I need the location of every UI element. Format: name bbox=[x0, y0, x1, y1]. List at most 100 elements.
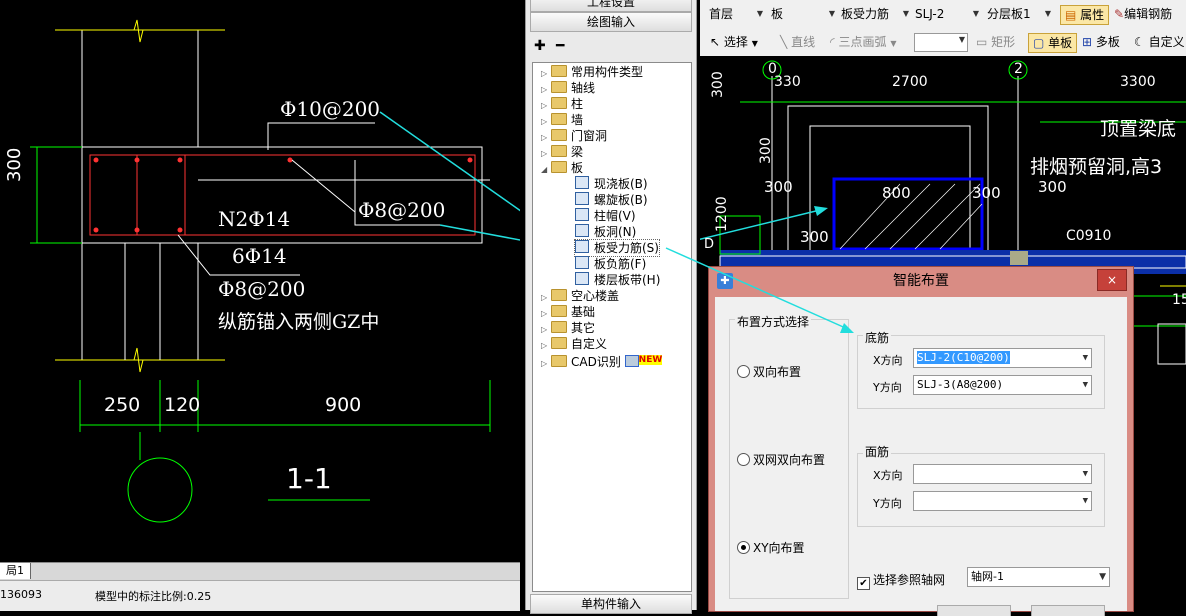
folder-icon bbox=[551, 129, 567, 141]
tree-folder-custom[interactable]: ▷ 自定义 bbox=[541, 336, 607, 352]
column-cap-icon bbox=[575, 208, 589, 221]
folder-icon bbox=[551, 305, 567, 317]
spiral-slab-icon bbox=[575, 192, 589, 205]
radio-bidirectional[interactable]: 双向布置 bbox=[737, 363, 801, 380]
bottom-x-select[interactable]: SLJ-2(C10@200) ▼ bbox=[913, 348, 1092, 368]
dim-2700: 2700 bbox=[892, 74, 928, 90]
radio-xy[interactable]: XY向布置 bbox=[737, 539, 805, 556]
arc-button[interactable]: ◜ 三点画弧 ▼ bbox=[830, 33, 896, 51]
tree-item-slab-rebar[interactable]: 板受力筋(S) bbox=[574, 239, 660, 257]
tree-folder-slab[interactable]: ◢ 板 bbox=[541, 160, 583, 176]
dim-300-left: 300 bbox=[764, 178, 793, 196]
dim-120: 120 bbox=[164, 394, 201, 416]
single-component-header[interactable]: 单构件输入 bbox=[530, 594, 692, 614]
slab-hole-icon bbox=[575, 224, 589, 237]
rect-button[interactable]: ▭ 矩形 bbox=[976, 33, 1015, 51]
line-button[interactable]: ╲ 直线 bbox=[780, 33, 815, 51]
tree-item-cast-slab[interactable]: 现浇板(B) bbox=[575, 176, 648, 192]
properties-button[interactable]: ▤ 属性 bbox=[1060, 5, 1110, 25]
dialog-body: 布置方式选择 双向布置 双网双向布置 XY向布置 底筋 X方向 SLJ-2(C1… bbox=[715, 297, 1127, 616]
axis-2-label: 2 bbox=[1014, 61, 1023, 77]
single-slab-button[interactable]: ▢ 单板 bbox=[1028, 33, 1078, 53]
arc-param-input[interactable]: ▼ bbox=[914, 33, 968, 52]
dropdown-arrow-icon: ▼ bbox=[1082, 496, 1088, 506]
top-y-select[interactable]: ▼ bbox=[913, 491, 1092, 511]
status-scale: 模型中的标注比例:0.25 bbox=[95, 590, 212, 603]
dim-800: 800 bbox=[882, 184, 911, 202]
dialog-title[interactable]: 智能布置 bbox=[709, 267, 1133, 295]
radio-circle-icon bbox=[737, 453, 750, 466]
component-panel: 工程设置 绘图输入 ✚ ━ ▷ 常用构件类型 ▷ 轴线 ▷ 柱 ▷ 墙 ▷ 门窗洞 ▷ 梁 … bbox=[525, 0, 697, 614]
cast-slab-icon bbox=[575, 176, 589, 189]
dim-height: 300 bbox=[4, 147, 25, 182]
cad-viewport-left[interactable]: Φ10@200 Φ8@200 N2Φ14 6Φ14 Φ8@200 纵筋锚入两侧G… bbox=[0, 0, 520, 562]
draw-input-header[interactable]: 绘图输入 bbox=[530, 12, 692, 32]
multi-slab-icon: ⊞ bbox=[1082, 35, 1093, 49]
dropdown-arrow-icon: ▼ bbox=[1099, 572, 1106, 582]
dim-330: 330 bbox=[774, 74, 801, 90]
axis-grid-select[interactable]: 轴网-1 ▼ bbox=[967, 567, 1110, 587]
folder-icon bbox=[551, 113, 567, 125]
tree-folder-wall[interactable]: ▷ 墙 bbox=[541, 112, 583, 128]
tree-item-negative-rebar[interactable]: 板负筋(F) bbox=[575, 256, 646, 272]
tree-folder-column[interactable]: ▷ 柱 bbox=[541, 96, 583, 112]
component-select[interactable]: 板 ▼ bbox=[766, 4, 838, 24]
folder-icon bbox=[551, 337, 567, 349]
app-icon: ✚ bbox=[717, 273, 733, 289]
tree-folder-cad[interactable]: ▷ CAD识别 NEW bbox=[541, 352, 663, 369]
tree-item-slab-hole[interactable]: 板洞(N) bbox=[575, 224, 636, 240]
select-button[interactable]: ↖ 选择 ▼ bbox=[710, 33, 758, 51]
bottom-y-select[interactable]: SLJ-3(A8@200) ▼ bbox=[913, 375, 1092, 395]
tree-folder-common[interactable]: ▷ 常用构件类型 bbox=[541, 64, 643, 80]
note-n2: N2Φ14 bbox=[218, 207, 291, 231]
tree-folder-beam[interactable]: ▷ 梁 bbox=[541, 144, 583, 160]
window-c0910: C0910 bbox=[1066, 228, 1112, 244]
radio-double-mesh[interactable]: 双网双向布置 bbox=[737, 451, 825, 468]
note-smoke-hole: 排烟预留洞,高3 bbox=[1030, 156, 1163, 178]
dropdown-arrow-icon: ▼ bbox=[828, 9, 835, 18]
layout-method-title: 布置方式选择 bbox=[735, 313, 812, 330]
slab-strip-icon bbox=[575, 272, 589, 285]
folder-icon bbox=[551, 355, 567, 367]
type-select[interactable]: 板受力筋 ▼ bbox=[836, 4, 912, 24]
layout-tab[interactable]: 局1 bbox=[0, 563, 31, 579]
floor-select[interactable]: 首层 ▼ bbox=[704, 4, 766, 24]
new-badge: NEW bbox=[638, 355, 663, 365]
section-label: 1-1 bbox=[286, 462, 332, 495]
bottom-rebar-group bbox=[857, 335, 1105, 409]
toolbar-draw: ↖ 选择 ▼ ╲ 直线 ◜ 三点画弧 ▼ ▼ ▭ 矩形 ▢ 单板 ⊞ 多板 ☾ … bbox=[700, 28, 1186, 57]
top-x-select[interactable]: ▼ bbox=[913, 464, 1092, 484]
tree-item-column-cap[interactable]: 柱帽(V) bbox=[575, 208, 636, 224]
dim-300-right: 300 bbox=[972, 184, 1001, 202]
name-select[interactable]: SLJ-2 ▼ bbox=[910, 4, 982, 24]
layer-select[interactable]: 分层板1 ▼ bbox=[982, 4, 1054, 24]
bottom-rebar-title: 底筋 bbox=[863, 329, 892, 346]
tree-item-spiral-slab[interactable]: 螺旋板(B) bbox=[575, 192, 648, 208]
dim-300-inner: 300 bbox=[758, 137, 774, 164]
tree-folder-foundation[interactable]: ▷ 基础 bbox=[541, 304, 595, 320]
folder-icon bbox=[551, 321, 567, 333]
tree-item-slab-strip[interactable]: 楼层板带(H) bbox=[575, 272, 660, 288]
collapse-all-icon[interactable]: ━ bbox=[556, 38, 564, 54]
tree-folder-axis[interactable]: ▷ 轴线 bbox=[541, 80, 595, 96]
tree-folder-other[interactable]: ▷ 其它 bbox=[541, 320, 595, 336]
checkmark-icon: ✔ bbox=[857, 577, 870, 590]
callout-mid-rebar: Φ8@200 bbox=[358, 198, 446, 222]
dim-900: 900 bbox=[325, 394, 362, 416]
multi-slab-button[interactable]: ⊞ 多板 bbox=[1082, 33, 1120, 51]
project-settings-header[interactable]: 工程设置 bbox=[530, 0, 692, 12]
ref-axis-checkbox[interactable]: ✔ 选择参照轴网 bbox=[857, 571, 945, 590]
expand-all-icon[interactable]: ✚ bbox=[534, 38, 546, 54]
layout-tab-bar bbox=[0, 562, 520, 581]
edit-rebar-button[interactable]: ✎编辑钢筋 bbox=[1114, 5, 1172, 23]
ok-button[interactable] bbox=[937, 605, 1011, 616]
dropdown-arrow-icon: ▼ bbox=[1082, 380, 1088, 390]
tree-folder-opening[interactable]: ▷ 门窗洞 bbox=[541, 128, 607, 144]
dim-3300: 3300 bbox=[1120, 74, 1156, 90]
tree-folder-hollow[interactable]: ▷ 空心楼盖 bbox=[541, 288, 619, 304]
label-15: 15 bbox=[1172, 292, 1186, 308]
close-button[interactable]: × bbox=[1097, 269, 1127, 291]
cancel-button[interactable] bbox=[1031, 605, 1105, 616]
custom-button[interactable]: ☾ 自定义 bbox=[1134, 33, 1185, 51]
folder-icon bbox=[551, 65, 567, 77]
